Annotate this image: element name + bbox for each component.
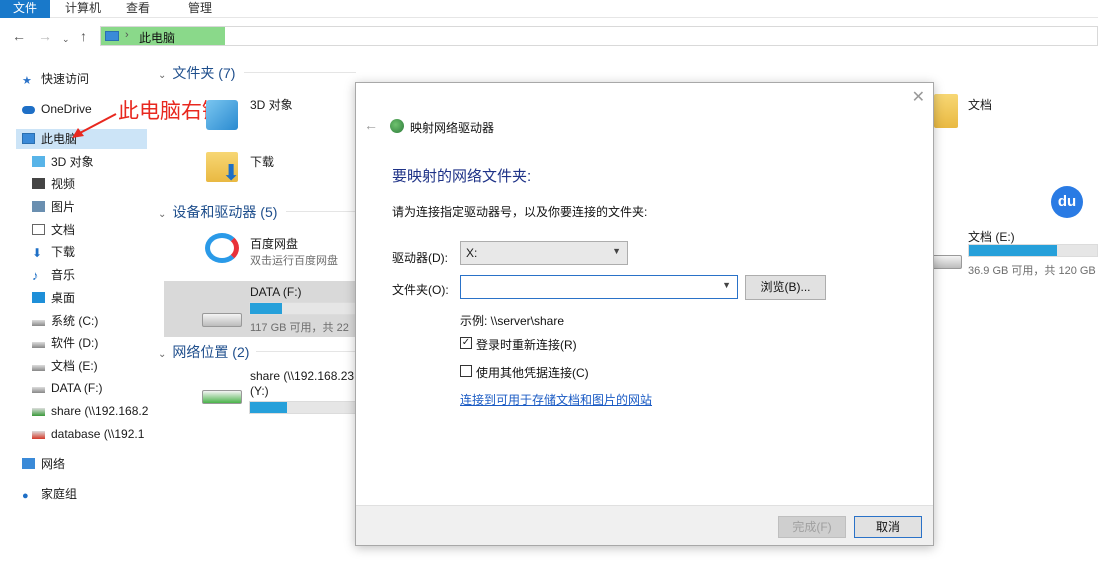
sidebar-item-share[interactable]: share (\\192.168.2 [32, 401, 148, 421]
network-drive-icon [32, 408, 45, 416]
sidebar-item-drive-c[interactable]: 系统 (C:) [32, 311, 98, 331]
disconnected-drive-icon [32, 431, 45, 439]
browse-button[interactable]: 浏览(B)... [745, 275, 826, 300]
close-icon[interactable]: ✕ [912, 87, 925, 107]
chevron-down-icon: ▼ [722, 280, 731, 290]
tab-file[interactable]: 文件 [0, 0, 50, 18]
link-period: . [642, 391, 646, 405]
sidebar-item-drive-d[interactable]: 软件 (D:) [32, 333, 98, 353]
network-drive-icon [390, 119, 404, 133]
map-network-drive-dialog: ✕ ← 映射网络驱动器 要映射的网络文件夹: 请为连接指定驱动器号，以及你要连接… [355, 82, 934, 546]
example-text: 示例: \\server\share [460, 314, 565, 328]
sidebar-item-desktop[interactable]: 桌面 [32, 288, 75, 308]
baidu-du-badge-icon[interactable]: du [1051, 186, 1083, 218]
dialog-heading: 要映射的网络文件夹: [392, 168, 532, 185]
network-drive-icon [202, 390, 242, 404]
computer-icon [22, 133, 35, 144]
divider [256, 351, 356, 352]
download-icon: ⬇ [32, 246, 43, 260]
homegroup-icon: ● [22, 490, 29, 502]
finish-button[interactable]: 完成(F) [778, 516, 846, 538]
drive-e-usage-fill [969, 245, 1058, 256]
breadcrumb: › 此电脑 [101, 27, 225, 45]
recent-dropdown-icon[interactable]: ⌄ [62, 31, 70, 47]
baidu-netdisk-icon [205, 233, 239, 263]
folder-input[interactable]: ▼ [460, 275, 738, 299]
drive-e-usage-bar [968, 244, 1098, 257]
network-icon [22, 458, 35, 469]
sidebar-item-pictures[interactable]: 图片 [32, 197, 75, 217]
sidebar-item-quick-access[interactable]: ★ 快速访问 [22, 69, 89, 89]
sidebar-item-videos[interactable]: 视频 [32, 174, 75, 194]
folder-label: 文件夹(O): [392, 283, 449, 297]
chevron-down-icon: ⌄ [158, 70, 167, 81]
sidebar-item-downloads[interactable]: ⬇ 下载 [32, 242, 75, 262]
share-usage-bar [249, 401, 356, 414]
address-bar[interactable]: › 此电脑 [100, 26, 1098, 46]
reconnect-label[interactable]: 登录时重新连接(R) [476, 336, 577, 353]
drive-f-usage-bar [249, 302, 356, 315]
annotation-arrow-icon [72, 113, 117, 138]
dialog-title: 映射网络驱动器 [410, 121, 495, 135]
computer-icon [105, 31, 119, 41]
back-arrow-icon[interactable]: ← [364, 117, 378, 133]
drive-icon [202, 313, 242, 327]
group-header-devices[interactable]: ⌄ 设备和驱动器 (5) [158, 202, 277, 222]
connect-website-link[interactable]: 连接到可用于存储文档和图片的网站 [460, 391, 652, 408]
drive-label: 驱动器(D): [392, 251, 448, 265]
reconnect-checkbox[interactable]: ✓ [460, 337, 472, 349]
sidebar-item-database[interactable]: database (\\192.1 [32, 424, 148, 444]
tab-manage[interactable]: 管理 [180, 0, 220, 18]
other-credentials-label[interactable]: 使用其他凭据连接(C) [476, 364, 589, 381]
share-usage-fill [250, 402, 287, 413]
forward-arrow-icon[interactable]: → [38, 28, 52, 44]
sidebar-item-documents[interactable]: 文档 [32, 220, 75, 240]
document-folder-icon [934, 94, 958, 128]
divider [286, 211, 356, 212]
sidebar-item-drive-e[interactable]: 文档 (E:) [32, 356, 98, 376]
dialog-footer: 完成(F) 取消 [356, 505, 933, 545]
drive-icon [32, 365, 45, 371]
picture-icon [32, 201, 45, 212]
tab-computer[interactable]: 计算机 [58, 0, 108, 18]
sidebar-item-homegroup[interactable]: ● 家庭组 [22, 484, 77, 504]
desktop-icon [32, 292, 45, 303]
breadcrumb-this-pc[interactable]: 此电脑 [139, 29, 175, 46]
sidebar-item-drive-f[interactable]: DATA (F:) [32, 378, 103, 398]
cloud-icon [22, 106, 35, 114]
drive-icon [32, 320, 45, 326]
back-arrow-icon[interactable]: ← [12, 28, 26, 44]
drive-icon [932, 255, 962, 269]
other-credentials-checkbox[interactable] [460, 365, 472, 377]
download-icon: ⬇ [222, 160, 241, 185]
cancel-button[interactable]: 取消 [854, 516, 922, 538]
drive-select[interactable]: X: ▼ [460, 241, 628, 265]
drive-icon [32, 342, 45, 348]
tab-view[interactable]: 查看 [118, 0, 158, 18]
sidebar-item-music[interactable]: ♪ 音乐 [32, 265, 75, 285]
cube-icon [206, 100, 238, 130]
breadcrumb-separator-icon: › [125, 29, 129, 41]
music-icon: ♪ [32, 268, 39, 283]
cube-icon [32, 156, 45, 167]
chevron-down-icon: ⌄ [158, 349, 167, 360]
drive-icon [32, 387, 45, 393]
chevron-down-icon: ▼ [612, 246, 621, 256]
video-icon [32, 178, 45, 189]
sidebar-item-network[interactable]: 网络 [22, 454, 65, 474]
document-icon [32, 224, 45, 235]
group-header-folders[interactable]: ⌄ 文件夹 (7) [158, 63, 235, 83]
ribbon-tabs: 文件 计算机 查看 管理 [0, 0, 1098, 18]
star-icon: ★ [22, 75, 32, 87]
chevron-down-icon: ⌄ [158, 209, 167, 220]
sidebar-item-3d-objects[interactable]: 3D 对象 [32, 152, 94, 172]
divider [244, 72, 356, 73]
group-header-network[interactable]: ⌄ 网络位置 (2) [158, 342, 249, 362]
up-arrow-icon[interactable]: ↑ [80, 28, 87, 44]
drive-f-usage-fill [250, 303, 282, 314]
dialog-instruction: 请为连接指定驱动器号，以及你要连接的文件夹: [392, 205, 648, 219]
